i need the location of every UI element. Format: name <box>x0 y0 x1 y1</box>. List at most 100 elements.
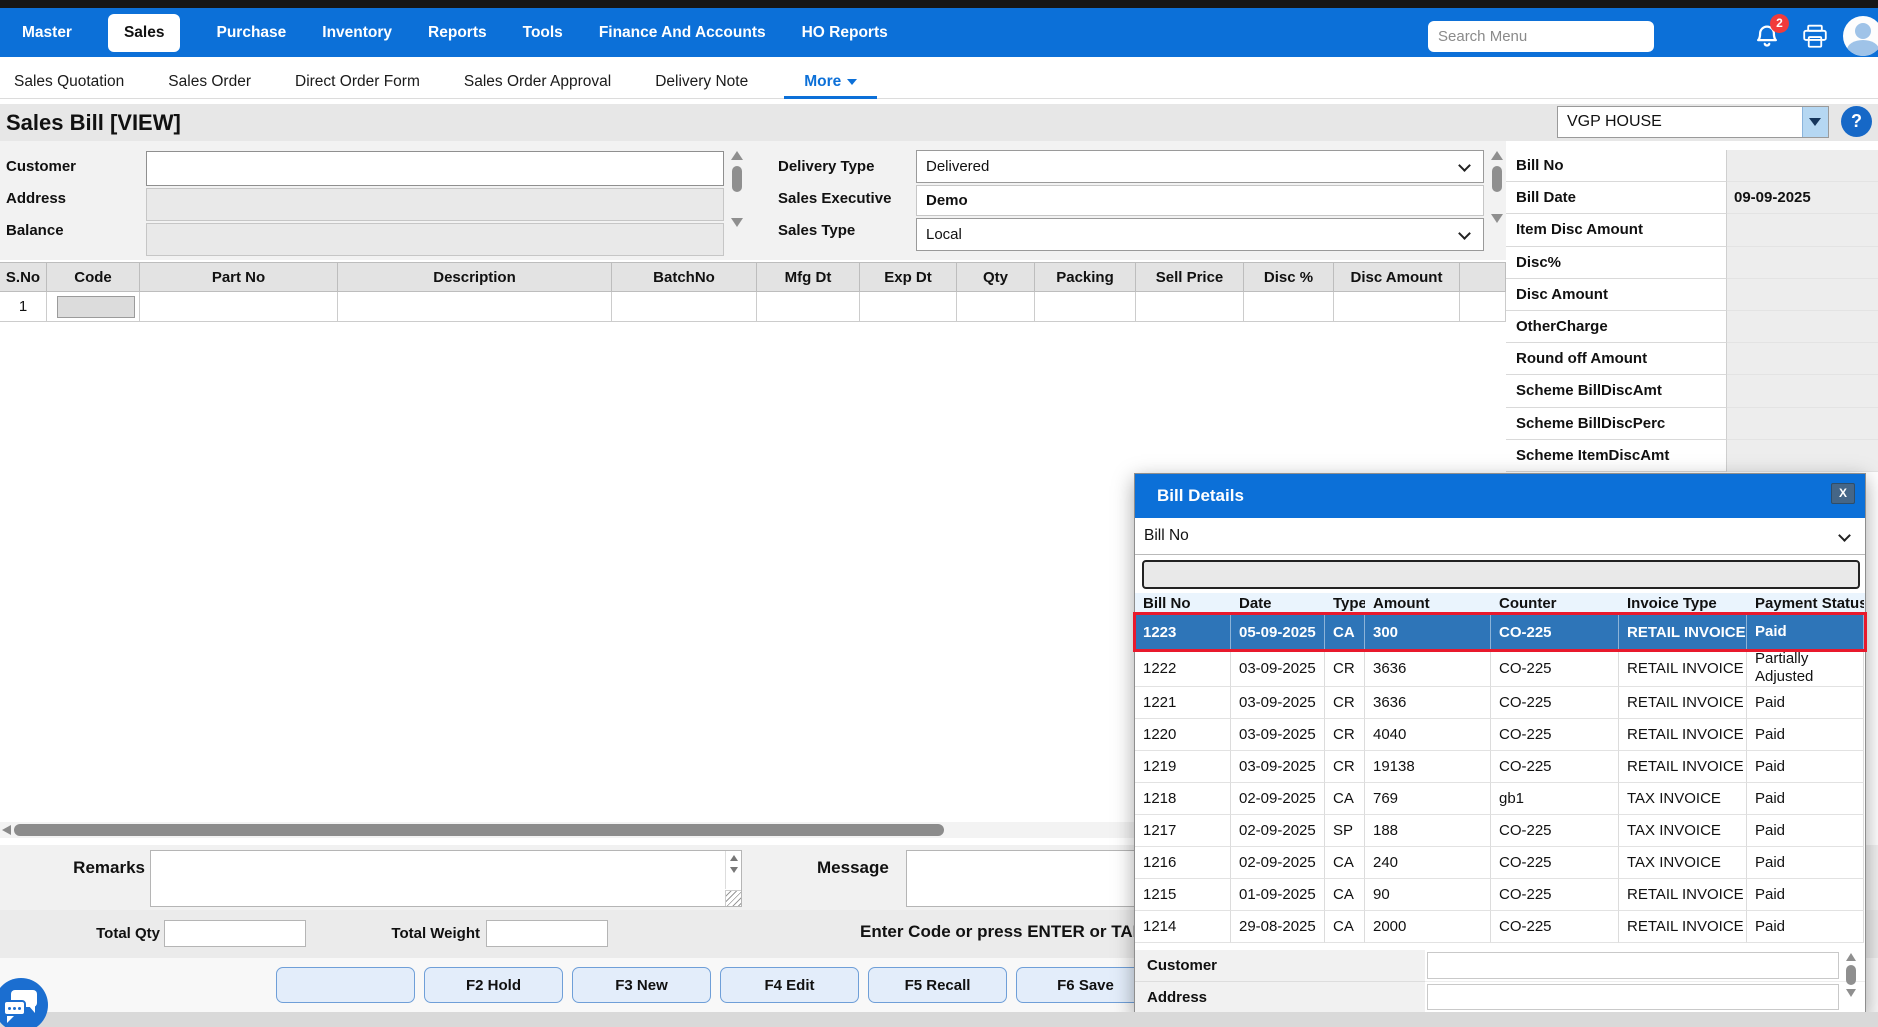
field-value-bill-no[interactable] <box>1727 150 1878 183</box>
total-weight-input[interactable] <box>486 920 608 947</box>
nav-item-finance-and-accounts[interactable]: Finance And Accounts <box>599 24 766 42</box>
item-code-input[interactable] <box>57 295 135 318</box>
bd-cell-amount: 2000 <box>1365 911 1491 943</box>
field-row-round-off-amount: Round off Amount <box>1506 343 1878 376</box>
bd-cell-counter: CO-225 <box>1491 911 1619 943</box>
bill-row-1220[interactable]: 1220 03-09-2025 CR 4040 CO-225 RETAIL INVOICE… <box>1135 719 1865 751</box>
help-button[interactable]: ? <box>1841 106 1872 137</box>
subnav-item-direct-order-form[interactable]: Direct Order Form <box>295 73 420 91</box>
print-button[interactable] <box>1801 24 1829 50</box>
items-col-s-no: S.No <box>0 262 47 292</box>
item-cell-2 <box>140 292 338 322</box>
scroll-left-icon[interactable] <box>2 825 11 835</box>
notifications-button[interactable]: 2 <box>1752 14 1789 55</box>
subnav-item-sales-order-approval[interactable]: Sales Order Approval <box>464 73 611 91</box>
popup-field-input-customer[interactable] <box>1427 952 1839 979</box>
scroll-up-icon[interactable] <box>1846 953 1856 961</box>
field-value-disc[interactable] <box>1727 246 1878 279</box>
nav-item-sales[interactable]: Sales <box>107 13 181 52</box>
scroll-up-icon[interactable] <box>1490 151 1503 160</box>
nav-item-inventory[interactable]: Inventory <box>322 24 392 42</box>
active-subnav-underline <box>784 96 878 99</box>
field-value-disc-amount[interactable] <box>1727 278 1878 311</box>
field-value-scheme-billdiscperc[interactable] <box>1727 407 1878 440</box>
textarea-scrollbar[interactable] <box>725 851 741 889</box>
button-f4-edit[interactable]: F4 Edit <box>720 967 859 1003</box>
button-blank[interactable] <box>276 967 415 1003</box>
button-f5-recall[interactable]: F5 Recall <box>868 967 1007 1003</box>
bd-cell-payment-status: Partially Adjusted <box>1747 650 1864 687</box>
customer-input[interactable] <box>146 151 724 186</box>
items-col-packing: Packing <box>1035 262 1136 292</box>
bill-row-1216[interactable]: 1216 02-09-2025 CA 240 CO-225 TAX INVOICE Paid <box>1135 847 1865 879</box>
bill-col-date: Date <box>1239 595 1272 612</box>
field-value-scheme-itemdiscamt[interactable] <box>1727 439 1878 472</box>
button-f2-hold[interactable]: F2 Hold <box>424 967 563 1003</box>
bill-row-1215[interactable]: 1215 01-09-2025 CA 90 CO-225 RETAIL INVOICE Pa… <box>1135 879 1865 911</box>
scroll-down-icon[interactable] <box>1490 214 1503 223</box>
branch-select-arrow[interactable] <box>1802 107 1828 137</box>
bill-fields-rows: Bill No Bill Date 09-09-2025 Item Disc Amou… <box>1506 150 1878 472</box>
total-qty-input[interactable] <box>164 920 306 947</box>
popup-field-input-address[interactable] <box>1427 984 1839 1010</box>
scroll-up-icon[interactable] <box>730 151 743 160</box>
scroll-thumb[interactable] <box>1846 965 1856 985</box>
bill-filter-value: Bill No <box>1144 527 1189 544</box>
nav-item-reports[interactable]: Reports <box>428 24 487 42</box>
field-row-scheme-billdiscamt: Scheme BillDiscAmt <box>1506 375 1878 408</box>
field-value-scheme-billdiscamt[interactable] <box>1727 375 1878 408</box>
nav-item-master[interactable]: Master <box>22 24 72 42</box>
field-row-disc-amount: Disc Amount <box>1506 278 1878 311</box>
bill-row-1223[interactable]: 1223 05-09-2025 CA 300 CO-225 RETAIL INVOICE P… <box>1133 612 1867 652</box>
subnav-item-more[interactable]: More <box>784 66 878 99</box>
item-cell-3 <box>338 292 612 322</box>
subnav-item-sales-quotation[interactable]: Sales Quotation <box>14 73 124 91</box>
scroll-down-icon[interactable] <box>1846 989 1856 997</box>
button-f3-new[interactable]: F3 New <box>572 967 711 1003</box>
bd-cell-bill-no: 1221 <box>1135 687 1231 719</box>
scroll-thumb[interactable] <box>1491 166 1502 192</box>
scroll-down-icon[interactable] <box>730 218 743 227</box>
bill-row-1217[interactable]: 1217 02-09-2025 SP 188 CO-225 TAX INVOICE Paid <box>1135 815 1865 847</box>
nav-item-tools[interactable]: Tools <box>523 24 563 42</box>
delivery-type-select[interactable]: Delivered <box>916 150 1484 183</box>
resize-handle-icon[interactable] <box>725 890 741 906</box>
field-value-item-disc-amount[interactable] <box>1727 214 1878 247</box>
remarks-textarea[interactable] <box>150 850 742 907</box>
bill-row-1218[interactable]: 1218 02-09-2025 CA 769 gb1 TAX INVOICE Paid <box>1135 783 1865 815</box>
branch-select[interactable]: VGP HOUSE <box>1557 106 1829 138</box>
popup-close-button[interactable]: X <box>1831 483 1855 504</box>
items-col-sell-price: Sell Price <box>1136 262 1244 292</box>
field-value-round-off-amount[interactable] <box>1727 343 1878 376</box>
bill-row-1221[interactable]: 1221 03-09-2025 CR 3636 CO-225 RETAIL INVOICE… <box>1135 687 1865 719</box>
sales-type-select[interactable]: Local <box>916 218 1484 251</box>
bd-cell-invoice-type: RETAIL INVOICE <box>1619 879 1747 911</box>
bd-cell-amount: 3636 <box>1365 687 1491 719</box>
menu-search-input[interactable] <box>1428 21 1654 52</box>
scroll-up-icon[interactable] <box>729 855 738 861</box>
bd-cell-bill-no: 1217 <box>1135 815 1231 847</box>
form-left-scrollbar[interactable] <box>728 151 745 256</box>
bd-cell-bill-no: 1218 <box>1135 783 1231 815</box>
scroll-down-icon[interactable] <box>729 867 738 873</box>
bill-row-1222[interactable]: 1222 03-09-2025 CR 3636 CO-225 RETAIL INVOICE… <box>1135 650 1865 687</box>
nav-item-ho-reports[interactable]: HO Reports <box>802 24 888 42</box>
subnav-item-delivery-note[interactable]: Delivery Note <box>655 73 748 91</box>
customer-label: Customer <box>6 158 77 175</box>
field-value-bill-date[interactable]: 09-09-2025 <box>1727 182 1878 215</box>
bill-search-input[interactable] <box>1142 560 1860 589</box>
form-right-scrollbar[interactable] <box>1488 151 1505 251</box>
bill-filter-select[interactable]: Bill No <box>1135 518 1865 555</box>
user-avatar[interactable] <box>1843 16 1878 56</box>
bill-row-1219[interactable]: 1219 03-09-2025 CR 19138 CO-225 RETAIL INVOIC… <box>1135 751 1865 783</box>
bell-icon <box>1752 25 1782 55</box>
items-col-part-no: Part No <box>140 262 338 292</box>
popup-footer-scrollbar[interactable] <box>1842 953 1860 1009</box>
scroll-thumb[interactable] <box>731 166 742 192</box>
field-value-othercharge[interactable] <box>1727 310 1878 344</box>
sales-executive-input[interactable]: Demo <box>916 185 1484 216</box>
horizontal-scroll-thumb[interactable] <box>14 824 944 836</box>
subnav-item-sales-order[interactable]: Sales Order <box>168 73 251 91</box>
bill-row-1214[interactable]: 1214 29-08-2025 CA 2000 CO-225 RETAIL INVOICE… <box>1135 911 1865 943</box>
nav-item-purchase[interactable]: Purchase <box>216 24 286 42</box>
